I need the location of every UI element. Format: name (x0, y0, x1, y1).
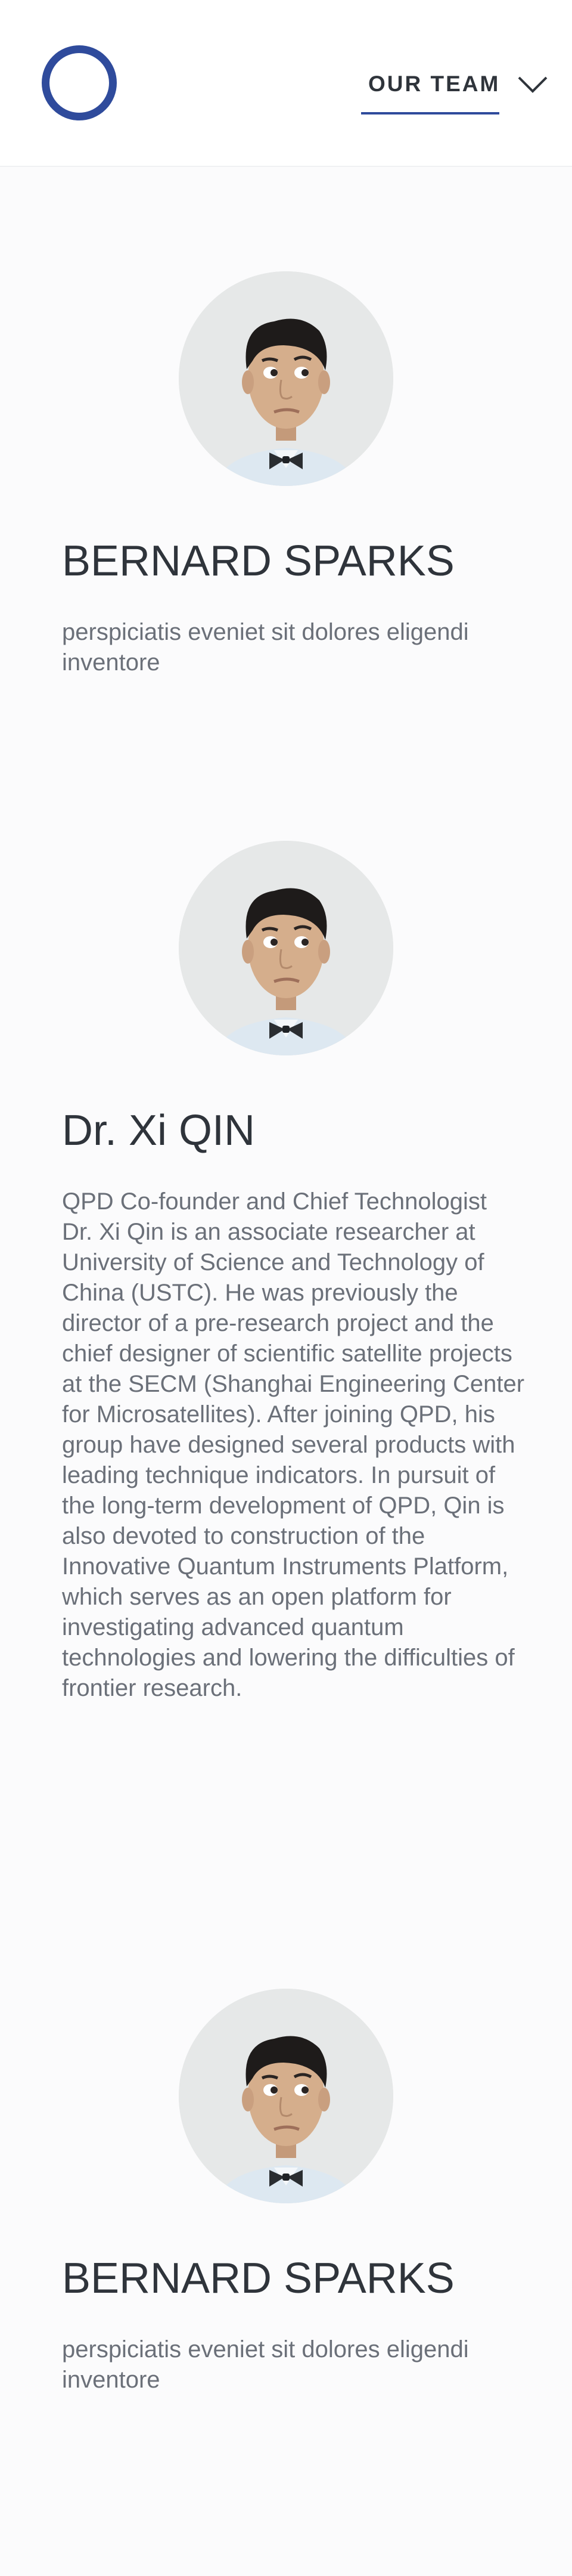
ring-logo[interactable] (42, 45, 117, 120)
member-name: BERNARD SPARKS (62, 537, 455, 585)
member-name: Dr. Xi QIN (62, 1107, 256, 1154)
nav-our-team-label: OUR TEAM (368, 72, 500, 96)
member-name: BERNARD SPARKS (62, 2255, 455, 2302)
nav-active-underline (361, 112, 499, 114)
nav-our-team[interactable]: OUR TEAM (361, 67, 499, 116)
chevron-down-icon[interactable] (517, 75, 548, 94)
member-avatar (179, 271, 393, 486)
member-avatar (179, 841, 393, 1055)
site-header: OUR TEAM (0, 0, 572, 167)
member-avatar (179, 1989, 393, 2203)
member-description: QPD Co-founder and Chief Technologist Dr… (62, 1188, 525, 1701)
member-description: perspiciatis eveniet sit dolores eligend… (62, 619, 469, 676)
member-description: perspiciatis eveniet sit dolores eligend… (62, 2336, 469, 2393)
